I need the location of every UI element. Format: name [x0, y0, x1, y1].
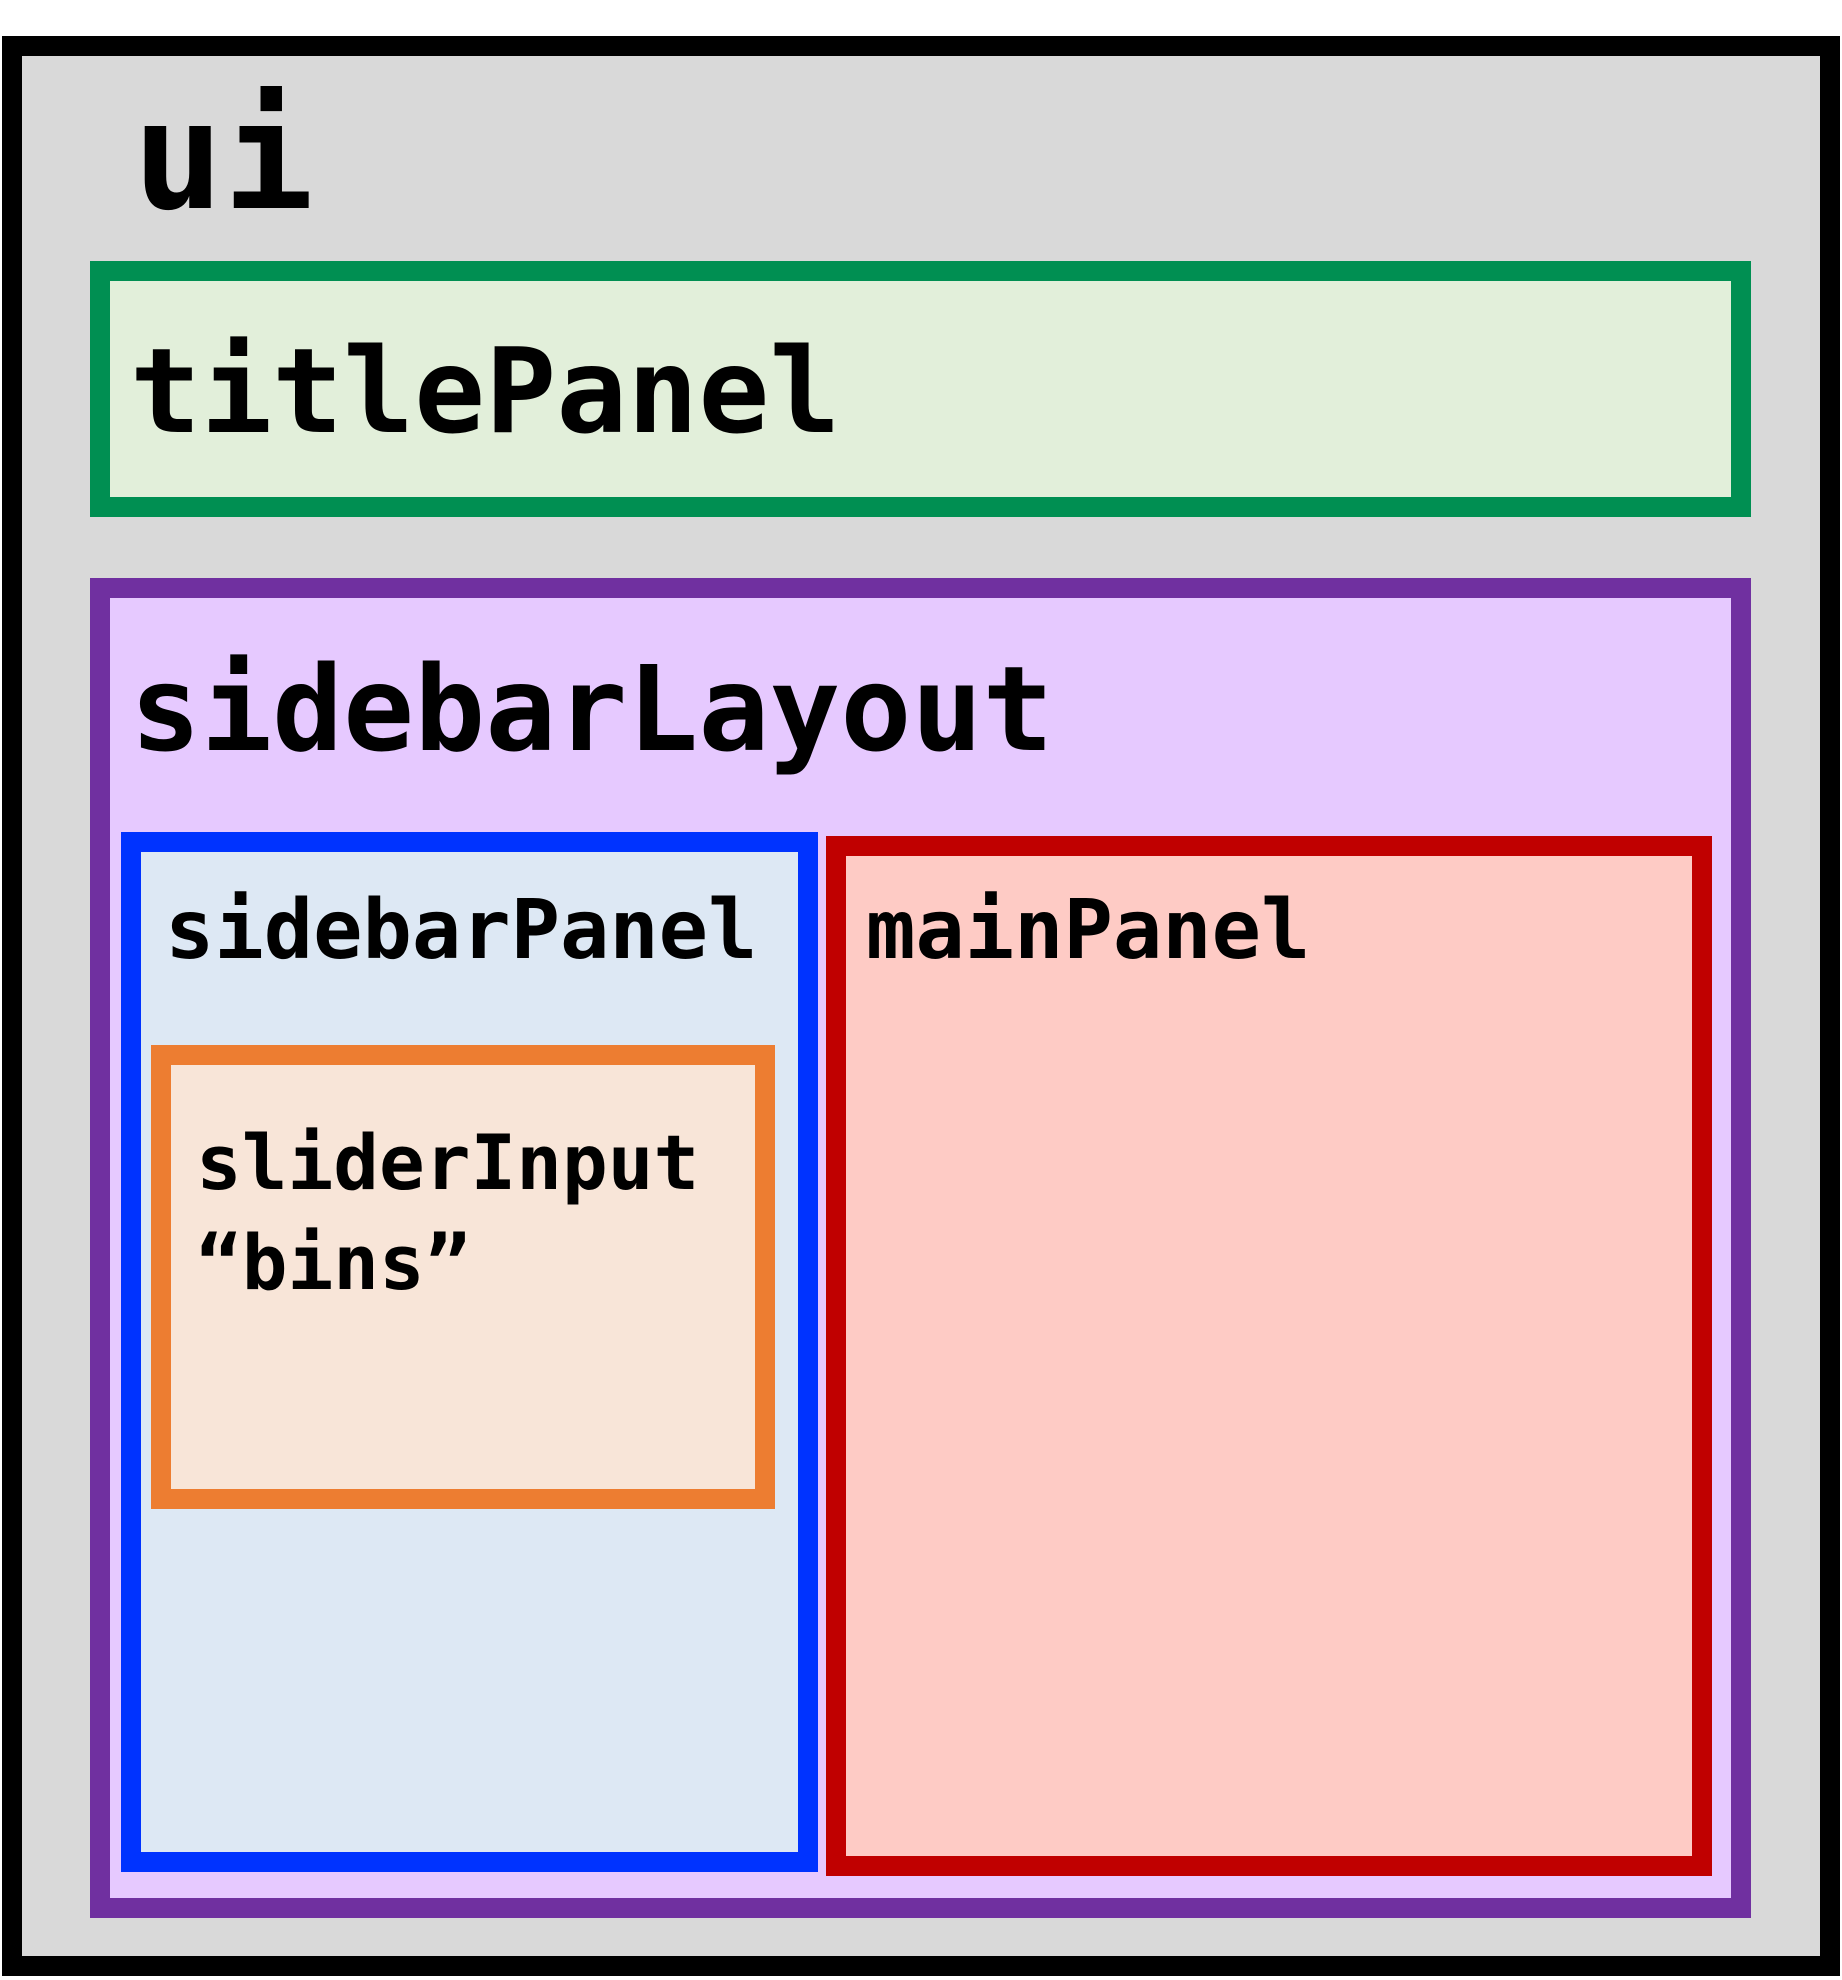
slider-input-label: sliderInput: [196, 1118, 700, 1207]
main-panel-box: [826, 836, 1712, 1876]
slider-input-id-label: “bins”: [196, 1218, 471, 1307]
title-panel-label: titlePanel: [130, 322, 841, 460]
sidebar-layout-label: sidebarLayout: [130, 640, 1054, 778]
main-panel-label: mainPanel: [866, 883, 1311, 978]
sidebar-panel-label: sidebarPanel: [165, 883, 758, 978]
ui-label: ui: [133, 70, 314, 244]
